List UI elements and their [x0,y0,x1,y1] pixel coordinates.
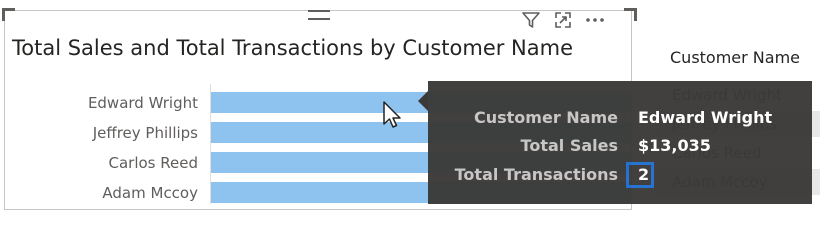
drag-handle-icon[interactable] [308,10,330,20]
table-column-header[interactable]: Customer Name [670,48,800,67]
tooltip-row-total-transactions: Total Transactions 2 [428,162,812,191]
tooltip-label: Total Transactions [454,165,618,184]
focus-mode-icon[interactable] [552,9,574,31]
mouse-cursor-icon [382,100,404,130]
tooltip-label: Total Sales [520,136,618,155]
filter-icon[interactable] [520,9,542,31]
category-label: Carlos Reed [108,154,199,172]
category-label: Adam Mccoy [102,184,198,202]
category-label: Jeffrey Phillips [92,124,198,142]
tooltip-label: Customer Name [474,108,618,127]
tooltip-row-customer-name: Customer Name Edward Wright [428,108,812,134]
tooltip-row-total-sales: Total Sales $13,035 [428,136,812,162]
highlight-box [626,162,654,188]
tooltip-value: $13,035 [638,136,711,155]
category-axis-line [210,84,211,204]
visual-header-icons [520,8,606,32]
category-label: Edward Wright [87,94,198,112]
resize-handle-top-left[interactable] [2,8,15,21]
tooltip: Customer Name Edward Wright Total Sales … [428,81,812,204]
chart-title: Total Sales and Total Transactions by Cu… [12,36,574,60]
tooltip-pointer [418,91,428,111]
more-options-icon[interactable] [584,9,606,31]
tooltip-value: Edward Wright [638,108,773,127]
resize-handle-top-right[interactable] [624,8,637,21]
